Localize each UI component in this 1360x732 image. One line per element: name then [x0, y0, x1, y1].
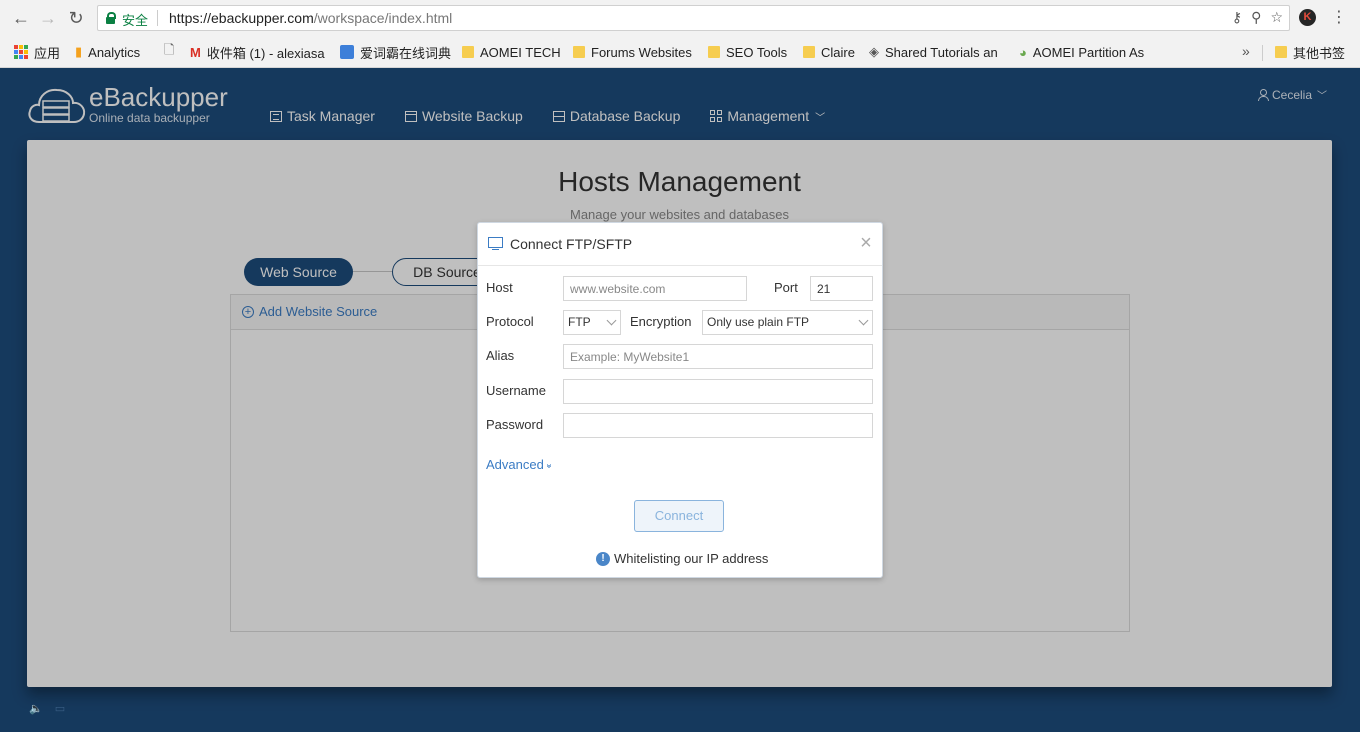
bookmark-label: Analytics: [88, 44, 141, 60]
double-chevron-down-icon: ››: [543, 463, 555, 466]
alias-label: Alias: [486, 348, 515, 363]
analytics-icon: ▮: [75, 44, 83, 59]
password-input[interactable]: [563, 413, 873, 438]
folder-icon: [1275, 46, 1287, 58]
zoom-icon[interactable]: ⚲: [1251, 9, 1261, 26]
bookmark-label: Claire: [821, 44, 855, 60]
connect-ftp-dialog: Connect FTP/SFTP × Host Port Protocol FT…: [477, 222, 883, 578]
folder-icon: [573, 46, 585, 58]
bookmark-forums-websites[interactable]: Forums Websites: [573, 43, 692, 61]
back-arrow-icon[interactable]: ←: [11, 8, 31, 28]
bookmark-label: 收件箱 (1) - alexiasa: [206, 45, 325, 61]
folder-icon: [803, 46, 815, 58]
bookmark-label: AOMEI Partition As: [1032, 44, 1145, 60]
encryption-label: Encryption: [630, 314, 692, 329]
shared-icon: ◈: [869, 44, 879, 59]
host-input[interactable]: [563, 276, 747, 301]
bookmark-iciba[interactable]: 爱词霸在线词典: [340, 43, 451, 61]
reload-icon[interactable]: ↻: [66, 8, 86, 28]
bookmark-label: 应用: [34, 45, 61, 61]
bookmark-label: Shared Tutorials an: [885, 44, 998, 60]
iciba-icon: [340, 45, 354, 59]
username-input[interactable]: [563, 379, 873, 404]
port-label: Port: [774, 280, 798, 295]
window-small-icon[interactable]: ▭: [55, 702, 65, 715]
address-separator: [157, 10, 158, 26]
bookmark-shared-tutorials[interactable]: ◈ Shared Tutorials an: [869, 43, 1005, 61]
lock-icon: [106, 12, 116, 24]
protocol-select[interactable]: FTP: [563, 310, 621, 335]
bookmark-label: Forums Websites: [591, 44, 692, 60]
bookmark-label: 其他书签: [1293, 45, 1346, 61]
password-label: Password: [486, 417, 544, 432]
port-input[interactable]: [810, 276, 873, 301]
dialog-header: Connect FTP/SFTP ×: [478, 223, 882, 266]
encryption-select[interactable]: Only use plain FTP: [702, 310, 873, 335]
bookmark-aomei-partition[interactable]: ◕ AOMEI Partition As: [1019, 43, 1156, 61]
gmail-icon: M: [190, 44, 201, 60]
browser-toolbar: ← → ↻ 安全 https://ebackupper.com/workspac…: [0, 0, 1360, 36]
protocol-value: FTP: [568, 315, 591, 329]
protocol-label: Protocol: [486, 314, 534, 329]
bookmark-label: AOMEI TECH: [480, 44, 561, 60]
url-host: https://ebackupper.com: [169, 10, 314, 26]
close-icon[interactable]: ×: [858, 233, 874, 253]
dialog-title: Connect FTP/SFTP: [510, 236, 633, 252]
whitelist-ip-link[interactable]: ! Whitelisting our IP address: [596, 551, 768, 566]
bookmark-apps[interactable]: 应用: [14, 43, 60, 61]
alias-input[interactable]: [563, 344, 873, 369]
more-bookmarks-icon[interactable]: »: [1242, 43, 1250, 59]
profile-avatar[interactable]: K: [1299, 9, 1316, 26]
bookmark-other[interactable]: 其他书签: [1275, 43, 1345, 61]
url-text[interactable]: https://ebackupper.com/workspace/index.h…: [169, 10, 452, 26]
bookmark-page[interactable]: 🗋: [164, 43, 174, 61]
advanced-toggle[interactable]: Advanced ››: [486, 457, 555, 472]
connect-button[interactable]: Connect: [634, 500, 724, 532]
sound-icon[interactable]: 🔈: [29, 702, 43, 715]
monitor-icon: [488, 237, 503, 250]
bookmarks-bar: 应用 ▮ Analytics 🗋 M 收件箱 (1) - alexiasa 爱词…: [0, 36, 1360, 68]
bookmark-claire[interactable]: Claire: [803, 43, 855, 61]
key-icon[interactable]: ⚷: [1232, 9, 1242, 26]
bookmark-label: SEO Tools: [726, 44, 788, 60]
secure-label: 安全: [122, 13, 149, 28]
username-label: Username: [486, 383, 546, 398]
star-icon[interactable]: ☆: [1270, 9, 1283, 26]
bookmark-separator: [1262, 45, 1263, 61]
browser-menu-icon[interactable]: ⋮: [1331, 7, 1347, 27]
advanced-label: Advanced: [486, 457, 544, 472]
footer-icons: 🔈 ▭: [29, 702, 65, 715]
bookmark-label: 爱词霸在线词典: [360, 45, 452, 61]
bookmark-seo-tools[interactable]: SEO Tools: [708, 43, 787, 61]
folder-icon: [462, 46, 474, 58]
partition-icon: ◕: [1019, 44, 1027, 60]
host-label: Host: [486, 280, 513, 295]
chevron-down-icon: [606, 315, 617, 326]
info-icon: !: [596, 551, 610, 566]
whitelist-label: Whitelisting our IP address: [614, 551, 769, 566]
forward-arrow-icon[interactable]: →: [38, 8, 58, 28]
chevron-down-icon: [858, 315, 869, 326]
page-icon: 🗋: [164, 43, 175, 57]
bookmark-aomei-tech[interactable]: AOMEI TECH: [462, 43, 561, 61]
bookmark-analytics[interactable]: ▮ Analytics: [75, 43, 140, 61]
apps-icon: [14, 45, 28, 59]
bookmark-gmail[interactable]: M 收件箱 (1) - alexiasa: [190, 43, 325, 61]
address-bar[interactable]: 安全 https://ebackupper.com/workspace/inde…: [97, 5, 1290, 31]
folder-icon: [708, 46, 720, 58]
encryption-value: Only use plain FTP: [707, 315, 810, 329]
url-path: /workspace/index.html: [313, 10, 453, 26]
